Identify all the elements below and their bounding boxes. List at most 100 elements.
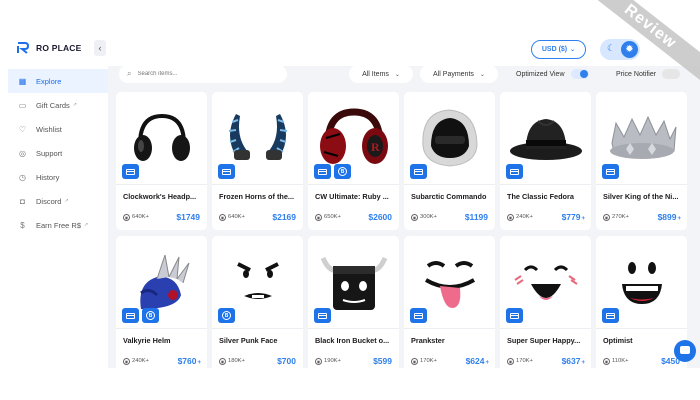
sold-icon: ◉ bbox=[315, 213, 322, 221]
sold-value: 170K+ bbox=[420, 358, 437, 364]
payment-badges: B bbox=[122, 308, 159, 323]
price-value: $700 bbox=[277, 356, 296, 366]
credit-card-icon bbox=[318, 312, 327, 319]
sidebar-item-label: Explore bbox=[36, 76, 62, 86]
payments-dropdown[interactable]: All Payments ⌄ bbox=[420, 65, 498, 83]
item-card[interactable]: Frozen Horns of the... ◉ 640K+ $2169 bbox=[212, 92, 303, 230]
sidebar-item-earn-free[interactable]: $ Earn Free R$ ↗ bbox=[8, 213, 108, 237]
sidebar-item-discord[interactable]: ◘ Discord ↗ bbox=[8, 189, 108, 213]
price-notifier-toggle[interactable]: Price Notifier bbox=[616, 65, 681, 83]
item-stats: ◉ 640K+ $2169 bbox=[219, 212, 297, 222]
fedora-image bbox=[509, 119, 582, 160]
prankster-face-image bbox=[424, 261, 475, 308]
external-link-icon: ↗ bbox=[64, 198, 69, 204]
category-value: All Items bbox=[362, 70, 389, 78]
optimized-view-switch[interactable] bbox=[570, 69, 589, 79]
item-name: Clockwork's Headp... bbox=[123, 192, 197, 201]
item-price: $899+ bbox=[658, 212, 681, 222]
payment-badges: B bbox=[218, 308, 235, 323]
item-card[interactable]: B Silver Punk Face ◉ 180K+ $700 bbox=[212, 236, 303, 368]
item-name: Silver King of the Ni... bbox=[603, 192, 679, 201]
item-card[interactable]: Prankster ◉ 170K+ $624+ bbox=[404, 236, 495, 368]
sold-count: ◉ 640K+ bbox=[123, 213, 149, 221]
collapse-sidebar-button[interactable]: ‹ bbox=[94, 40, 106, 56]
chevron-left-icon: ‹ bbox=[98, 43, 102, 53]
svg-text:R: R bbox=[371, 140, 380, 154]
sidebar-item-label: Wishlist bbox=[36, 124, 62, 134]
sold-value: 240K+ bbox=[132, 358, 149, 364]
silver-crown-image bbox=[609, 115, 676, 159]
sold-icon: ◉ bbox=[123, 213, 130, 221]
item-card[interactable]: Black Iron Bucket o... ◉ 190K+ $599 bbox=[308, 236, 399, 368]
item-stats: ◉ 180K+ $700 bbox=[219, 356, 297, 366]
coin-icon: B bbox=[146, 311, 155, 320]
card-payment-badge bbox=[410, 308, 427, 323]
robux-payment-badge: B bbox=[218, 308, 235, 323]
brand-name: RO PLACE bbox=[36, 43, 82, 53]
sold-count: ◉ 270K+ bbox=[603, 213, 629, 221]
item-card[interactable]: R B CW Ultimate: Ruby ... ◉ 650K+ $2600 bbox=[308, 92, 399, 230]
optimized-view-toggle[interactable]: Optimized View bbox=[516, 65, 589, 83]
logo[interactable]: RO PLACE bbox=[17, 42, 82, 54]
credit-card-icon bbox=[414, 168, 423, 175]
item-card[interactable]: The Classic Fedora ◉ 240K+ $779+ bbox=[500, 92, 591, 230]
item-card[interactable]: Subarctic Commando ◉ 300K+ $1199 bbox=[404, 92, 495, 230]
card-divider bbox=[308, 184, 399, 185]
item-card[interactable]: Silver King of the Ni... ◉ 270K+ $899+ bbox=[596, 92, 687, 230]
item-price: $637+ bbox=[562, 356, 585, 366]
currency-select[interactable]: USD ($) ⌄ bbox=[531, 40, 586, 59]
card-divider bbox=[212, 328, 303, 329]
sold-icon: ◉ bbox=[411, 213, 418, 221]
robux-payment-badge: B bbox=[142, 308, 159, 323]
card-divider bbox=[116, 328, 207, 329]
card-payment-badge bbox=[314, 164, 331, 179]
sold-icon: ◉ bbox=[315, 357, 322, 365]
sold-count: ◉ 240K+ bbox=[507, 213, 533, 221]
price-value: $760 bbox=[177, 356, 197, 366]
sidebar-item-gift-cards[interactable]: ▭ Gift Cards ↗ bbox=[8, 93, 108, 117]
sidebar-item-history[interactable]: ◷ History bbox=[8, 165, 108, 189]
sold-icon: ◉ bbox=[507, 213, 514, 221]
item-stats: ◉ 240K+ $779+ bbox=[507, 212, 585, 222]
sidebar-item-wishlist[interactable]: ♡ Wishlist bbox=[8, 117, 108, 141]
sidebar-item-label: History bbox=[36, 172, 60, 182]
payment-badges bbox=[602, 308, 619, 323]
sold-count: ◉ 170K+ bbox=[507, 357, 533, 365]
item-card[interactable]: B Valkyrie Helm ◉ 240K+ $760+ bbox=[116, 236, 207, 368]
credit-card-icon bbox=[510, 312, 519, 319]
price-value: $624 bbox=[465, 356, 485, 366]
item-stats: ◉ 170K+ $624+ bbox=[411, 356, 489, 366]
item-card[interactable]: Super Super Happy... ◉ 170K+ $637+ bbox=[500, 236, 591, 368]
sold-count: ◉ 640K+ bbox=[219, 213, 245, 221]
item-stats: ◉ 170K+ $637+ bbox=[507, 356, 585, 366]
card-divider bbox=[212, 184, 303, 185]
price-value: $899 bbox=[657, 212, 677, 222]
card-divider bbox=[500, 184, 591, 185]
credit-card-icon bbox=[414, 312, 423, 319]
card-divider bbox=[500, 328, 591, 329]
theme-toggle[interactable]: ☾ ✹ bbox=[600, 39, 640, 60]
payment-badges bbox=[218, 164, 235, 179]
sold-count: ◉ 190K+ bbox=[315, 357, 341, 365]
chat-support-button[interactable] bbox=[674, 340, 696, 362]
sun-icon: ✹ bbox=[621, 41, 638, 58]
sold-icon: ◉ bbox=[603, 213, 610, 221]
sidebar-item-explore[interactable]: ▦ Explore bbox=[8, 69, 108, 93]
credit-card-icon bbox=[606, 168, 615, 175]
sold-count: ◉ 300K+ bbox=[411, 213, 437, 221]
item-price: $779+ bbox=[562, 212, 585, 222]
price-plus: + bbox=[485, 360, 489, 366]
item-card[interactable]: Clockwork's Headp... ◉ 640K+ $1749 bbox=[116, 92, 207, 230]
heart-icon: ♡ bbox=[18, 124, 27, 134]
price-notifier-switch[interactable] bbox=[662, 69, 681, 79]
price-value: $1199 bbox=[464, 212, 488, 222]
sidebar-item-support[interactable]: ◎ Support bbox=[8, 141, 108, 165]
payment-badges bbox=[314, 308, 331, 323]
category-dropdown[interactable]: All Items ⌄ bbox=[349, 65, 413, 83]
card-divider bbox=[596, 328, 687, 329]
search-input[interactable] bbox=[137, 71, 268, 77]
top-bar: USD ($) ⌄ ☾ ✹ bbox=[108, 34, 700, 66]
item-grid: Clockwork's Headp... ◉ 640K+ $1749 Froze… bbox=[116, 92, 700, 368]
discord-icon: ◘ bbox=[20, 196, 25, 206]
card-payment-badge bbox=[218, 164, 235, 179]
